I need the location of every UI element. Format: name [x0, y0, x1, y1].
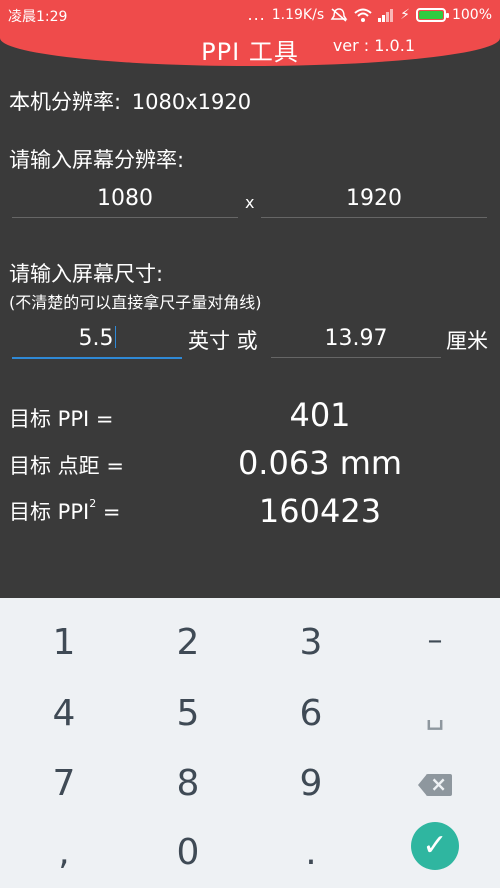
key-3[interactable]: 3 [256, 608, 366, 678]
status-time: 凌晨1:29 [8, 9, 68, 25]
device-resolution-title: 本机分辨率: [9, 90, 122, 114]
key-1[interactable]: 1 [9, 608, 119, 678]
key-4[interactable]: 4 [9, 679, 119, 749]
resolution-separator: x [245, 193, 255, 212]
key-6[interactable]: 6 [256, 679, 366, 749]
battery-fill [418, 10, 443, 19]
resolution-height-input[interactable]: 1920 [261, 186, 487, 218]
key-period[interactable]: . [256, 818, 366, 888]
text-cursor [114, 326, 116, 348]
device-resolution-label: 本机分辨率: 1080x1920 [9, 86, 251, 116]
key-5[interactable]: 5 [133, 679, 243, 749]
inches-input-value: 5.5 [78, 326, 114, 351]
inches-input[interactable]: 5.5 [12, 326, 182, 359]
key-8[interactable]: 8 [133, 749, 243, 819]
key-0[interactable]: 0 [133, 818, 243, 888]
key-9[interactable]: 9 [256, 749, 366, 819]
pitch-value: 0.063 mm [237, 444, 403, 482]
battery-percent: 100% [451, 6, 492, 23]
screen-resolution-label: 请输入屏幕分辨率: [9, 148, 185, 172]
key-comma[interactable]: , [9, 818, 119, 888]
resolution-width-input[interactable]: 1080 [12, 186, 238, 218]
cm-input[interactable]: 13.97 [271, 326, 441, 358]
wifi-icon [354, 8, 372, 22]
status-bar: 凌晨1:29 ... 1.19K/s ⚡ 100% [0, 0, 500, 30]
app-header: 凌晨1:29 ... 1.19K/s ⚡ 100% PPI 工具 ver: 1… [0, 0, 500, 66]
screen-size-label: 请输入屏幕尺寸: [9, 262, 164, 286]
notification-dots-icon: ... [247, 5, 266, 24]
version-label: ver : 1.0.1 [332, 36, 415, 55]
ppi-squared-value: 160423 [258, 492, 382, 530]
backspace-icon: × [418, 772, 452, 796]
ppi-value: 401 [289, 396, 351, 434]
key-7[interactable]: 7 [9, 749, 119, 819]
device-resolution-value: 1080x1920 [131, 90, 252, 114]
charging-icon: ⚡ [400, 6, 410, 23]
key-minus[interactable]: – [380, 606, 490, 676]
mute-bell-icon [330, 7, 348, 22]
signal-icon [378, 8, 394, 22]
screen-size-hint: (不清楚的可以直接拿尺子量对角线) [9, 293, 262, 312]
key-2[interactable]: 2 [133, 608, 243, 678]
network-speed: 1.19K/s [271, 6, 325, 23]
backspace-key[interactable]: × [380, 749, 490, 819]
key-space[interactable]: ␣ [380, 679, 490, 749]
inches-unit-label: 英寸 或 [188, 329, 258, 353]
status-icons: ... 1.19K/s ⚡ 100% [247, 5, 492, 24]
check-icon: ✓ [422, 828, 448, 863]
cm-unit-label: 厘米 [446, 329, 488, 353]
battery-icon [415, 7, 449, 22]
done-button[interactable]: ✓ [411, 822, 459, 870]
page-title: PPI 工具 [201, 38, 299, 66]
backspace-x: × [430, 772, 447, 796]
